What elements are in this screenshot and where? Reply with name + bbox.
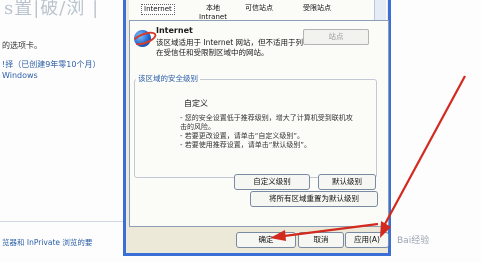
dialog-body: Internet 本地 Intranet 可信站点 受限站点 Internet … [126,0,389,253]
zone-title: Internet [156,26,193,35]
security-level-details: - 您的安全设置低于推荐级别，增大了计算机受到联机攻击的风险。 - 若要更改设置… [180,114,358,150]
background-text-line: !择（已创建9年零10个月） [2,60,101,69]
background-divider [0,221,124,222]
zone-trusted-sites[interactable]: 可信站点 [245,4,273,13]
security-level-group-label: 该区域的安全级别 [136,73,200,84]
sites-button[interactable]: 站点 [303,29,369,45]
zone-list-scrollbar[interactable] [374,0,386,20]
reset-all-zones-button[interactable]: 将所有区域重置为默认级别 [250,191,378,207]
internet-globe-icon [134,30,151,47]
zone-restricted-sites[interactable]: 受限站点 [303,4,331,13]
detail-line: - 若要使用推荐设置，请单击“默认级别”。 [180,141,312,149]
ok-button[interactable]: 确定 [236,232,296,248]
zone-description: 该区域适用于 Internet 网站，但不适用于列在受信任和受限制区域中的网站。 [156,38,304,57]
internet-options-dialog: Internet 本地 Intranet 可信站点 受限站点 Internet … [123,0,391,256]
background-text-line: 的选项卡。 [2,41,42,50]
security-level-name: 自定义 [184,99,208,108]
detail-line: - 您的安全设置低于推荐级别，增大了计算机受到联机攻击的风险。 [180,114,353,131]
background-text-line: Windows [2,71,38,80]
cancel-button[interactable]: 取消 [298,232,344,248]
zone-list: Internet 本地 Intranet 可信站点 受限站点 [129,0,387,21]
zone-internet[interactable]: Internet [141,4,175,15]
default-level-button[interactable]: 默认级别 [318,174,376,190]
background-text-line: 览器和 InPrivate 浏览的要 [2,238,93,247]
apply-button[interactable]: 应用(A) [345,232,389,248]
detail-line: - 若要更改设置，请单击“自定义级别”。 [180,132,305,140]
background-heading: s置|破/浏 | [4,0,100,19]
custom-level-button[interactable]: 自定义级别 [234,174,310,190]
watermark: Bai经验 [397,236,430,246]
